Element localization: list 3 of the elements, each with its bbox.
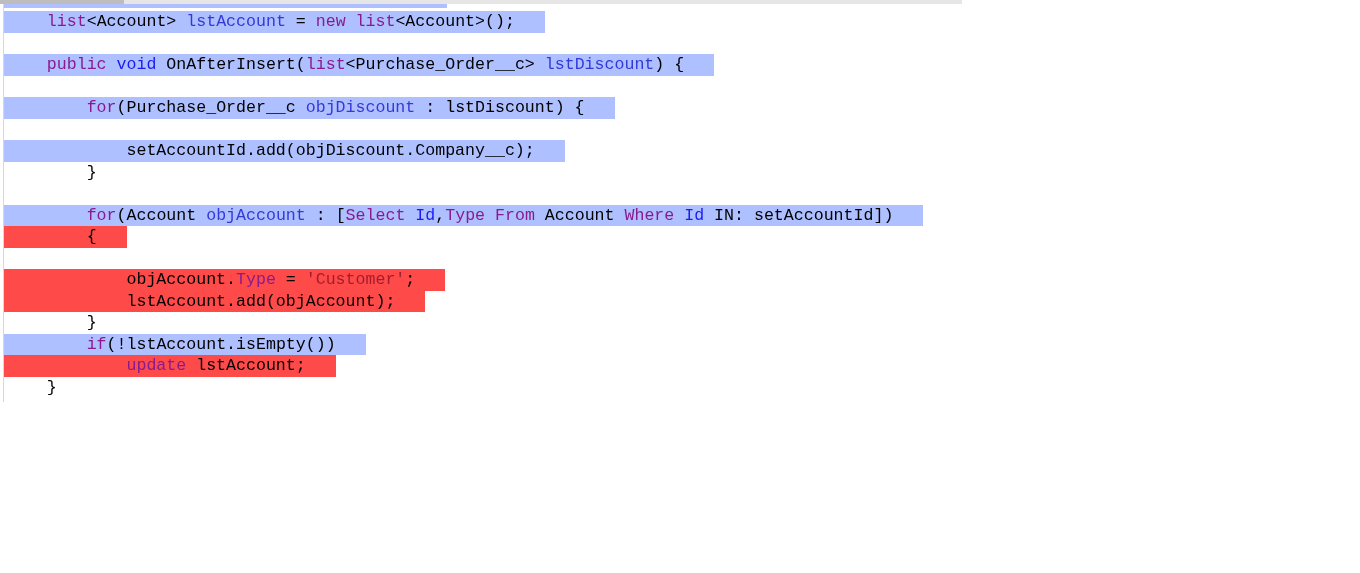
- code-line: }: [85, 161, 98, 183]
- code-line: }: [45, 376, 58, 398]
- code-line: }: [85, 312, 98, 334]
